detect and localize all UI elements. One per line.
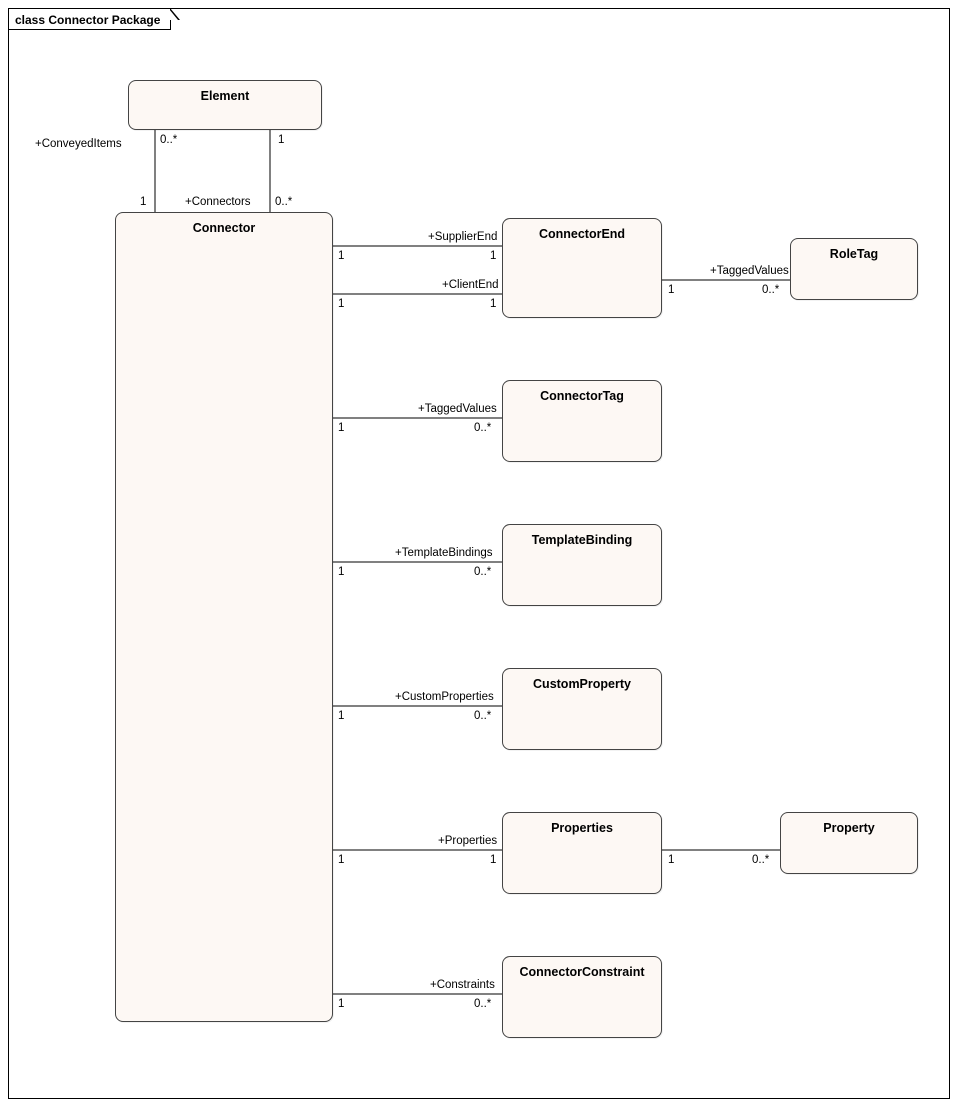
class-property-label: Property bbox=[823, 821, 874, 835]
class-element: Element bbox=[128, 80, 322, 130]
mult-prop-src: 1 bbox=[668, 854, 674, 866]
mult-connector-connectors: 0..* bbox=[275, 196, 292, 208]
role-conveyed-items: +ConveyedItems bbox=[35, 138, 122, 150]
mult-custom-dst: 0..* bbox=[474, 710, 491, 722]
class-template-binding-label: TemplateBinding bbox=[532, 533, 632, 547]
class-connector-end-label: ConnectorEnd bbox=[539, 227, 625, 241]
mult-supplier-end: 1 bbox=[490, 250, 496, 262]
role-template-bindings: +TemplateBindings bbox=[395, 547, 493, 559]
mult-roletag: 0..* bbox=[762, 284, 779, 296]
class-role-tag-label: RoleTag bbox=[830, 247, 878, 261]
mult-client-end: 1 bbox=[490, 298, 496, 310]
mult-connector-client: 1 bbox=[338, 298, 344, 310]
class-property: Property bbox=[780, 812, 918, 874]
mult-prop-dst: 0..* bbox=[752, 854, 769, 866]
class-template-binding: TemplateBinding bbox=[502, 524, 662, 606]
class-custom-property: CustomProperty bbox=[502, 668, 662, 750]
role-supplier-end: +SupplierEnd bbox=[428, 231, 497, 243]
class-connector-constraint-label: ConnectorConstraint bbox=[520, 965, 645, 979]
diagram-frame: class Connector Package Element Connecto… bbox=[0, 0, 958, 1107]
class-connector-end: ConnectorEnd bbox=[502, 218, 662, 318]
class-connector-label: Connector bbox=[193, 221, 256, 235]
class-element-label: Element bbox=[201, 89, 250, 103]
class-connector-tag: ConnectorTag bbox=[502, 380, 662, 462]
frame-title-tab: class Connector Package bbox=[8, 8, 171, 30]
role-connectors: +Connectors bbox=[185, 196, 251, 208]
mult-connector-tag-dst: 0..* bbox=[474, 422, 491, 434]
mult-template-dst: 0..* bbox=[474, 566, 491, 578]
role-custom-properties: +CustomProperties bbox=[395, 691, 494, 703]
mult-connector-end-tag: 1 bbox=[668, 284, 674, 296]
role-properties: +Properties bbox=[438, 835, 497, 847]
mult-connector-tag-src: 1 bbox=[338, 422, 344, 434]
role-tagged-values: +TaggedValues bbox=[418, 403, 497, 415]
mult-element-connectors: 1 bbox=[278, 134, 284, 146]
mult-properties-dst: 1 bbox=[490, 854, 496, 866]
class-connector-tag-label: ConnectorTag bbox=[540, 389, 624, 403]
mult-template-src: 1 bbox=[338, 566, 344, 578]
mult-constraints-src: 1 bbox=[338, 998, 344, 1010]
role-client-end: +ClientEnd bbox=[442, 279, 499, 291]
class-connector: Connector bbox=[115, 212, 333, 1022]
mult-constraints-dst: 0..* bbox=[474, 998, 491, 1010]
class-custom-property-label: CustomProperty bbox=[533, 677, 631, 691]
class-properties: Properties bbox=[502, 812, 662, 894]
mult-element-conveyed: 0..* bbox=[160, 134, 177, 146]
mult-connector-conveyed: 1 bbox=[140, 196, 146, 208]
class-properties-label: Properties bbox=[551, 821, 613, 835]
mult-properties-src: 1 bbox=[338, 854, 344, 866]
role-constraints: +Constraints bbox=[430, 979, 495, 991]
mult-connector-supplier: 1 bbox=[338, 250, 344, 262]
frame-title: class Connector Package bbox=[15, 13, 160, 27]
role-roletag-tagged: +TaggedValues bbox=[710, 265, 789, 277]
class-connector-constraint: ConnectorConstraint bbox=[502, 956, 662, 1038]
class-role-tag: RoleTag bbox=[790, 238, 918, 300]
mult-custom-src: 1 bbox=[338, 710, 344, 722]
